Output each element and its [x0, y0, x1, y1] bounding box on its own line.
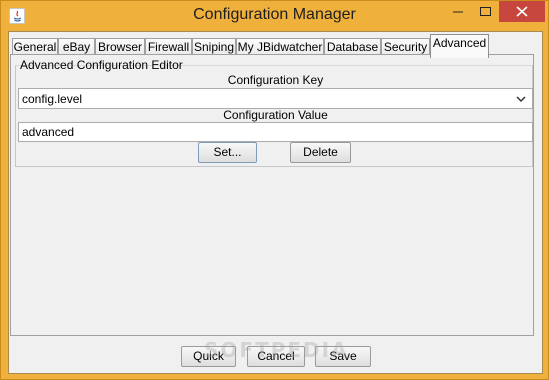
configuration-manager-window: Configuration Manager General eBay Brows… — [0, 0, 549, 380]
config-key-label: Configuration Key — [227, 73, 324, 87]
tab-advanced[interactable]: Advanced — [430, 34, 489, 58]
quick-button[interactable]: Quick — [181, 346, 236, 367]
save-button-label: Save — [329, 349, 357, 363]
cancel-button-label: Cancel — [257, 349, 295, 363]
chevron-down-icon[interactable] — [516, 96, 526, 103]
config-value-field[interactable] — [18, 122, 533, 142]
set-button-label: Set... — [213, 145, 242, 159]
config-key-combobox[interactable]: config.level — [18, 88, 533, 109]
config-key-value: config.level — [22, 92, 83, 106]
delete-button[interactable]: Delete — [290, 142, 351, 163]
bottom-button-bar: Quick Cancel Save — [9, 338, 542, 373]
editor-group-title: Advanced Configuration Editor — [20, 58, 183, 72]
set-button[interactable]: Set... — [198, 142, 257, 163]
window-content: General eBay Browser Firewall Sniping My… — [8, 31, 543, 374]
save-button[interactable]: Save — [315, 346, 371, 367]
maximize-icon[interactable] — [472, 1, 499, 22]
config-value-label: Configuration Value — [223, 108, 328, 122]
cancel-button[interactable]: Cancel — [247, 346, 305, 367]
minimize-icon[interactable] — [444, 1, 472, 22]
delete-button-label: Delete — [303, 145, 338, 159]
quick-button-label: Quick — [193, 349, 224, 363]
title-bar[interactable]: Configuration Manager — [1, 1, 548, 31]
close-icon[interactable] — [499, 1, 545, 22]
